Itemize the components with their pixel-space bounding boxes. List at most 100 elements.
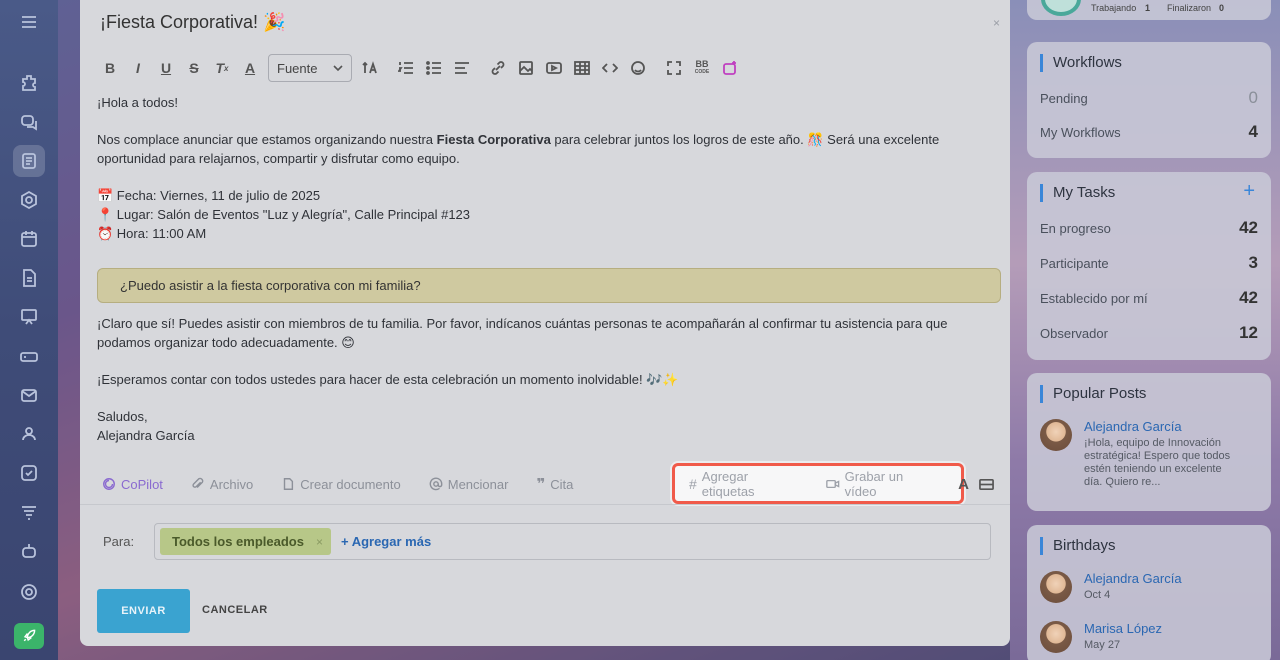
post-title[interactable]: ¡Fiesta Corporativa! 🎉	[100, 12, 285, 33]
italic-icon[interactable]: I	[124, 54, 152, 82]
intro-text: para celebrar juntos los logros de este …	[550, 132, 940, 147]
avatar	[1040, 621, 1072, 653]
recipient-chip-label: Todos los empleados	[172, 534, 304, 549]
copilot-label: CoPilot	[121, 476, 163, 492]
bullet-list-icon[interactable]	[420, 54, 448, 82]
hexagon-icon[interactable]	[13, 184, 45, 216]
text-color-icon[interactable]: A	[236, 54, 264, 82]
popular-title: Popular Posts	[1040, 385, 1146, 403]
close-icon[interactable]: ×	[993, 16, 1000, 30]
document-icon[interactable]	[13, 262, 45, 294]
avatar	[1040, 571, 1072, 603]
task-row[interactable]: Observador 12	[1040, 323, 1258, 343]
birthdays-title: Birthdays	[1040, 537, 1116, 555]
mail-icon[interactable]	[13, 379, 45, 411]
task-row[interactable]: Establecido por mí 42	[1040, 288, 1258, 308]
document-icon	[284, 478, 294, 490]
birthday-item[interactable]: Alejandra García Oct 4	[1040, 571, 1182, 603]
hora-line: ⏰ Hora: 11:00 AM	[97, 226, 207, 241]
pending-value: 0	[1248, 88, 1258, 107]
bbcode-icon[interactable]: BB CODE	[688, 54, 716, 82]
popular-post-item[interactable]: Alejandra García ¡Hola, equipo de Innova…	[1040, 419, 1234, 489]
recipients-field[interactable]: Todos los empleados × + Agregar más	[154, 523, 991, 560]
robot-icon[interactable]	[13, 535, 45, 567]
birthday-date: May 27	[1084, 639, 1121, 651]
workflows-title: Workflows	[1040, 54, 1122, 72]
my-workflows-label: My Workflows	[1040, 124, 1121, 140]
mencionar-label: Mencionar	[447, 476, 509, 492]
post-excerpt: ¡Hola, equipo de Innovación estratégica!…	[1084, 437, 1231, 488]
task-row[interactable]: En progreso 42	[1040, 218, 1258, 238]
my-workflows-row[interactable]: My Workflows 4	[1040, 122, 1258, 142]
add-tags-button[interactable]: # Agregar etiquetas	[689, 469, 800, 499]
birthday-date: Oct 4	[1084, 589, 1111, 601]
bold-icon[interactable]: B	[96, 54, 124, 82]
workflows-pending-row[interactable]: Pending 0	[1040, 88, 1258, 108]
remove-chip-icon[interactable]: ×	[316, 535, 323, 549]
code-icon[interactable]	[596, 54, 624, 82]
text-format-icon[interactable]: A	[958, 476, 969, 493]
clear-format-icon[interactable]: Tx	[208, 54, 236, 82]
font-select[interactable]: Fuente	[268, 54, 352, 82]
highlighted-actions: # Agregar etiquetas Grabar un vídeo	[672, 463, 964, 504]
cita-label: Cita	[550, 476, 574, 492]
puzzle-icon[interactable]	[13, 67, 45, 99]
recipient-chip[interactable]: Todos los empleados ×	[160, 528, 331, 555]
finalizaron-count: 0	[1219, 3, 1225, 13]
task-label: Establecido por mí	[1040, 290, 1148, 306]
mention-button[interactable]: Mencionar	[429, 476, 509, 492]
record-video-button[interactable]: Grabar un vídeo	[826, 469, 935, 499]
birthday-name[interactable]: Alejandra García	[1084, 571, 1182, 586]
table-icon[interactable]	[568, 54, 596, 82]
feed-icon[interactable]	[13, 145, 45, 177]
numbered-list-icon[interactable]	[392, 54, 420, 82]
send-button[interactable]: ENVIAR	[97, 589, 190, 633]
rocket-icon[interactable]	[14, 623, 44, 649]
answer-paragraph: ¡Claro que sí! Puedes asistir con miembr…	[97, 314, 948, 352]
tasks-icon[interactable]	[13, 457, 45, 489]
presentation-icon[interactable]	[13, 301, 45, 333]
birthday-item[interactable]: Marisa López May 27	[1040, 621, 1162, 653]
copilot-button[interactable]: CoPilot	[102, 477, 163, 492]
task-count: 42	[1239, 218, 1258, 237]
avatar	[1040, 419, 1072, 451]
copilot-magic-icon[interactable]	[716, 54, 744, 82]
video-icon[interactable]	[540, 54, 568, 82]
task-row[interactable]: Participante 3	[1040, 253, 1258, 273]
panel-toggle-icon[interactable]	[979, 477, 994, 492]
answer-text: ¡Claro que sí! Puedes asistir con miembr…	[97, 316, 948, 331]
image-icon[interactable]	[512, 54, 540, 82]
intro-paragraph: Nos complace anunciar que estamos organi…	[97, 130, 939, 168]
tasks-title: My Tasks	[1040, 184, 1115, 202]
at-icon	[429, 477, 443, 491]
agregar-etiquetas-label: Agregar etiquetas	[701, 468, 755, 499]
task-label: En progreso	[1040, 220, 1111, 236]
drive-icon[interactable]	[13, 340, 45, 372]
fullscreen-icon[interactable]	[660, 54, 688, 82]
my-tasks-widget: My Tasks + En progreso 42 Participante 3…	[1027, 172, 1271, 360]
quote-block: ¿Puedo asistir a la fiesta corporativa c…	[97, 268, 1001, 303]
underline-icon[interactable]: U	[152, 54, 180, 82]
post-author[interactable]: Alejandra García	[1084, 419, 1234, 434]
users-icon[interactable]	[13, 418, 45, 450]
cancel-button[interactable]: CANCELAR	[202, 604, 268, 616]
attach-file-button[interactable]: Archivo	[191, 477, 253, 492]
settings-icon[interactable]	[13, 576, 45, 608]
calendar-icon[interactable]	[13, 223, 45, 255]
link-icon[interactable]	[484, 54, 512, 82]
create-document-button[interactable]: Crear documento	[281, 477, 401, 492]
align-icon[interactable]	[448, 54, 476, 82]
workflows-widget: Workflows Pending 0 My Workflows 4	[1027, 42, 1271, 158]
birthday-name[interactable]: Marisa López	[1084, 621, 1162, 636]
chat-icon[interactable]	[13, 106, 45, 138]
answer-text: podamos organizar todo adecuadamente. 😊	[97, 335, 355, 350]
filter-icon[interactable]	[13, 496, 45, 528]
strikethrough-icon[interactable]: S	[180, 54, 208, 82]
menu-icon[interactable]	[13, 6, 45, 38]
add-task-button[interactable]: +	[1243, 180, 1255, 203]
font-size-icon[interactable]	[356, 54, 384, 82]
quote-button[interactable]: ❞ Cita	[536, 475, 573, 493]
emoji-icon[interactable]	[624, 54, 652, 82]
add-more-recipients-link[interactable]: + Agregar más	[341, 534, 431, 549]
divider	[80, 504, 1010, 505]
